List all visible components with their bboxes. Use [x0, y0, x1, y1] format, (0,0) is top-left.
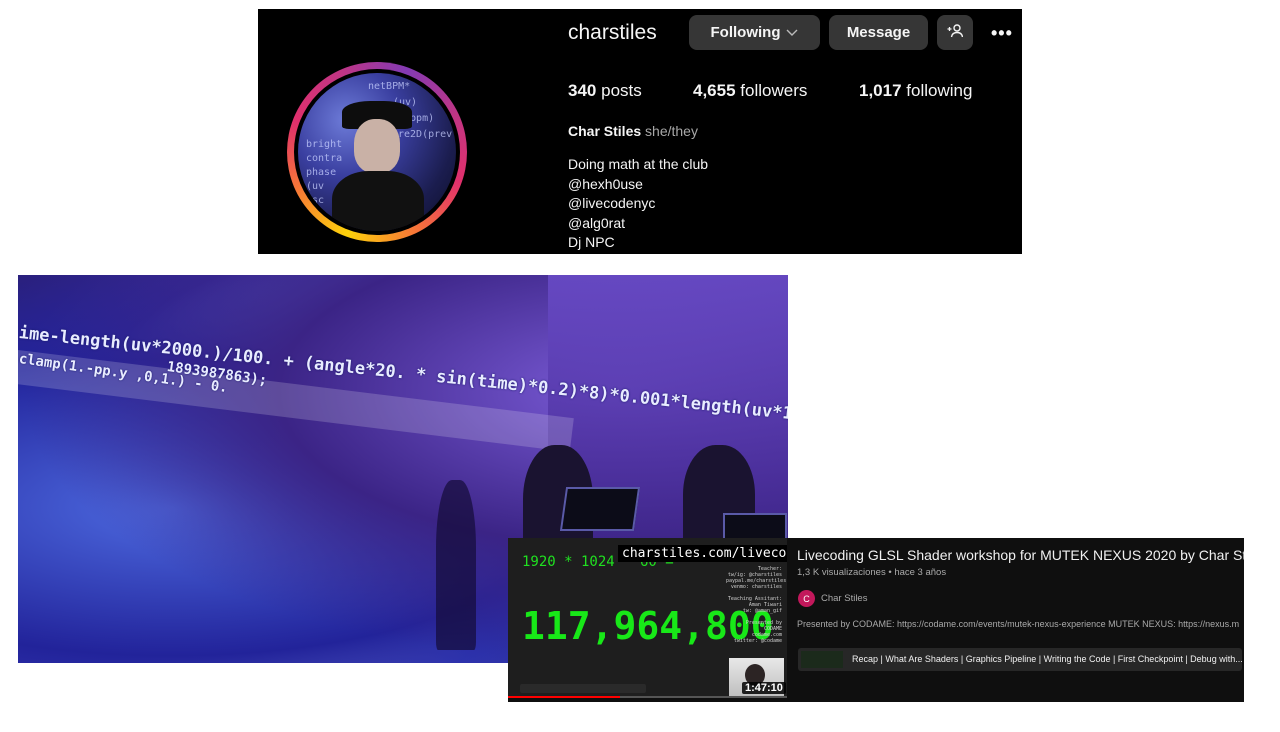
following-label: following	[906, 81, 973, 100]
avatar[interactable]: netBPM* (uv) * bpm) re2D(prev bright con…	[294, 69, 460, 235]
watch-progress-bar	[508, 696, 787, 698]
video-thumbnail[interactable]: 1920 * 1024 * 60 = charstiles.com/liveco…	[508, 538, 787, 698]
chapter-thumbnail	[801, 651, 843, 668]
add-user-button[interactable]	[937, 15, 973, 50]
message-button[interactable]: Message	[829, 15, 928, 50]
bio-mention-link[interactable]: @livecodenyc	[568, 194, 708, 214]
followers-count: 4,655	[693, 81, 736, 100]
channel-name[interactable]: Char Stiles	[821, 593, 867, 604]
posts-label: posts	[601, 81, 642, 100]
following-button-label: Following	[710, 24, 781, 41]
posts-stat: 340 posts	[568, 81, 642, 101]
instagram-profile-header: netBPM* (uv) * bpm) re2D(prev bright con…	[258, 9, 1022, 254]
followers-stat[interactable]: 4,655 followers	[693, 81, 807, 101]
followers-label: followers	[740, 81, 808, 100]
bio-line: Dj NPC	[568, 234, 615, 251]
posts-count: 340	[568, 81, 597, 100]
profile-full-name: Char Stiles she/they	[568, 123, 698, 139]
chapters-text: Recap | What Are Shaders | Graphics Pipe…	[852, 654, 1242, 664]
following-stat[interactable]: 1,017 following	[859, 81, 972, 101]
chevron-down-icon	[786, 26, 798, 40]
video-meta: 1,3 K visualizaciones • hace 3 años	[797, 567, 947, 578]
channel-avatar[interactable]: C	[798, 590, 815, 607]
add-user-icon	[947, 23, 964, 42]
thumbnail-editor-toolbar	[520, 684, 646, 693]
pronouns: she/they	[645, 123, 698, 139]
avatar-body	[332, 171, 424, 231]
full-name-text: Char Stiles	[568, 123, 642, 139]
bio-mention-link[interactable]: @alg0rat	[568, 214, 708, 234]
video-description: Presented by CODAME: https://codame.com/…	[797, 619, 1240, 629]
thumbnail-url-overlay: charstiles.com/livecode	[618, 545, 787, 562]
avatar-face	[354, 119, 400, 173]
youtube-video-card[interactable]: 1920 * 1024 * 60 = charstiles.com/liveco…	[508, 538, 1244, 702]
more-options-button[interactable]: •••	[991, 19, 1019, 47]
bio-mention-link[interactable]: @hexh0use	[568, 175, 708, 195]
bio-line: Doing math at the club	[568, 156, 709, 172]
credit-line: Presented by CODAME	[745, 620, 782, 632]
thumbnail-credits: Teacher: tw/ig: @charstiles paypal.me/ch…	[726, 566, 786, 644]
laptop-left	[559, 487, 641, 531]
more-icon: •••	[991, 22, 1013, 43]
shadow-silhouette	[436, 480, 476, 650]
profile-bio: Doing math at the club @hexh0use @liveco…	[568, 155, 708, 253]
credit-line: venmo: charstiles	[730, 584, 782, 590]
following-count: 1,017	[859, 81, 902, 100]
profile-username: charstiles	[568, 21, 657, 44]
chapters-bar[interactable]: Recap | What Are Shaders | Graphics Pipe…	[798, 648, 1242, 671]
video-duration-badge: 1:47:10	[742, 682, 786, 694]
video-title[interactable]: Livecoding GLSL Shader workshop for MUTE…	[797, 547, 1244, 563]
following-button[interactable]: Following	[689, 15, 820, 50]
avatar-photo: netBPM* (uv) * bpm) re2D(prev bright con…	[298, 73, 456, 231]
credit-line: twitter: @codame	[733, 638, 782, 644]
story-ring[interactable]: netBPM* (uv) * bpm) re2D(prev bright con…	[287, 62, 467, 242]
watch-progress-fill	[508, 696, 620, 698]
